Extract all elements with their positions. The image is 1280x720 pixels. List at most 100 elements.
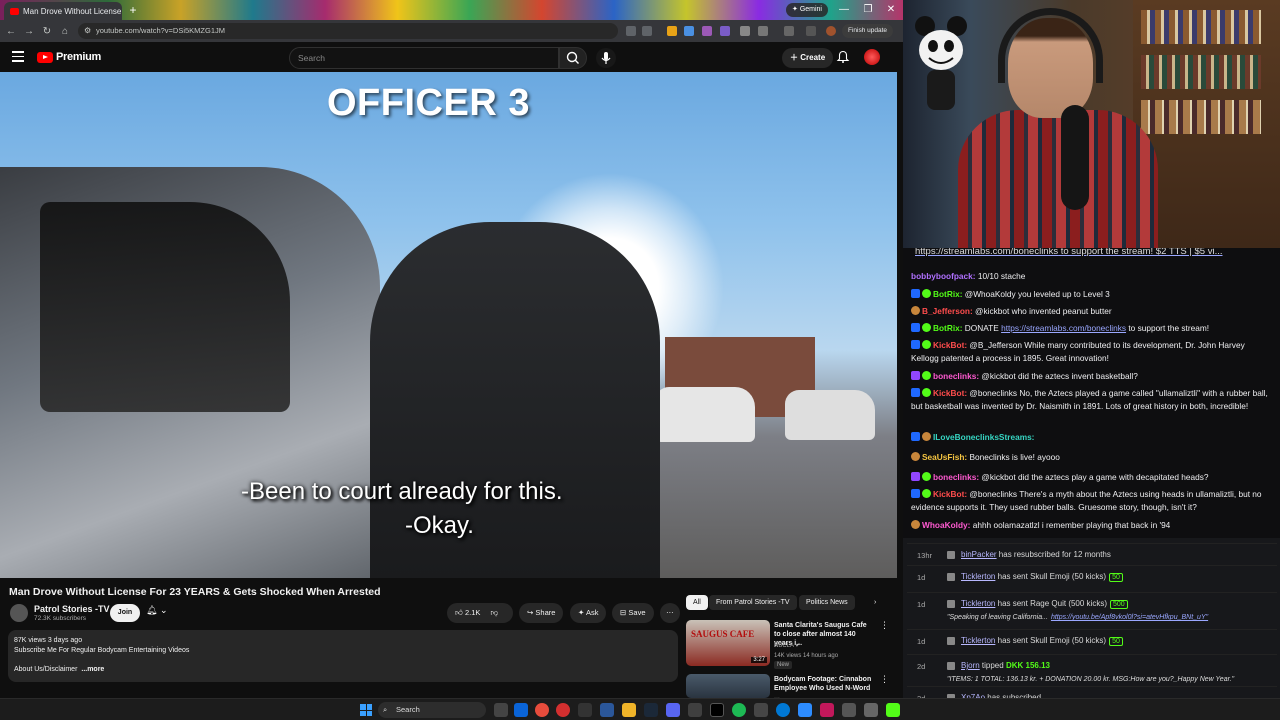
chrome-icon[interactable] [535, 703, 549, 717]
minimize-button[interactable]: — [836, 2, 852, 18]
alert-message-link[interactable]: https://youtu.be/Apf8vkol0l?si=atevHfkpu… [1051, 614, 1208, 621]
banner-link[interactable]: https://streamlabs.com/boneclinks [915, 248, 1058, 257]
bookmark-star-icon[interactable] [642, 26, 652, 36]
video-player[interactable]: OFFICER 3 -Been to court already for thi… [0, 72, 897, 578]
extensions-puzzle-icon[interactable] [758, 26, 768, 36]
windows-start-icon[interactable] [360, 704, 372, 716]
reload-icon[interactable]: ↻ [38, 26, 56, 37]
like-button[interactable]: 👍︎ 2.1K [455, 608, 480, 617]
purple-badge-icon [911, 472, 920, 481]
restore-button[interactable]: ❐ [860, 2, 876, 18]
save-button[interactable]: ⊟ Save [612, 603, 654, 623]
chat-pinned-banner[interactable]: https://streamlabs.com/boneclinks to sup… [915, 248, 1223, 257]
chip-politics-news[interactable]: Politics News [799, 595, 855, 610]
alert-username[interactable]: Bjorn [961, 661, 980, 670]
chat-username[interactable]: WhoaKoldy: [922, 520, 970, 530]
app-icon[interactable] [578, 703, 592, 717]
extension-icon[interactable] [720, 26, 730, 36]
tiktok-icon[interactable] [710, 703, 724, 717]
back-arrow-icon[interactable]: ← [2, 26, 20, 37]
youtube-logo[interactable]: Premium [37, 51, 101, 63]
recommendation-thumbnail[interactable]: SAUGUS CAFE 3:27 [686, 620, 770, 666]
notifications-bell-icon[interactable] [836, 50, 850, 64]
chat-username[interactable]: B_Jefferson: [922, 306, 973, 316]
close-window-button[interactable]: ✕ [883, 2, 899, 18]
chat-username[interactable]: KickBot: [933, 489, 967, 499]
alert-username[interactable]: Ticklerton [961, 599, 995, 608]
site-info-icon[interactable]: ⚙ [84, 23, 91, 39]
recommendation-thumbnail[interactable] [686, 674, 770, 698]
recommendation-channel[interactable]: NBCLA ✔ [774, 642, 800, 650]
tab-youtube[interactable]: Man Drove Without License Fo × [4, 2, 122, 20]
chat-username[interactable]: BotRix: [933, 289, 963, 299]
dislike-button[interactable]: 👎︎ [490, 608, 498, 617]
create-button[interactable]: ＋ Create [782, 48, 834, 68]
description-box[interactable]: 87K views 3 days ago Subscribe Me For Re… [8, 630, 678, 682]
recommendation-menu-icon[interactable]: ⋮ [880, 674, 889, 685]
task-view-icon[interactable] [494, 703, 508, 717]
alert-username[interactable]: Ticklerton [961, 572, 995, 581]
chat-username[interactable]: KickBot: [933, 388, 967, 398]
edge-icon[interactable] [514, 703, 528, 717]
share-button[interactable]: ↪ Share [519, 603, 564, 623]
app-icon[interactable] [776, 703, 790, 717]
join-button[interactable]: Join [110, 604, 140, 622]
more-actions-button[interactable]: ⋯ [660, 603, 680, 623]
ask-button[interactable]: ✦ Ask [570, 603, 607, 623]
show-more-link[interactable]: ...more [81, 666, 104, 673]
chat-username[interactable]: boneclinks: [933, 371, 979, 381]
extension-icon[interactable] [702, 26, 712, 36]
alert-username[interactable]: binPacker [961, 550, 997, 559]
chat-username[interactable]: BotRix: [933, 323, 963, 333]
app-icon[interactable] [842, 703, 856, 717]
new-tab-button[interactable]: + [126, 3, 140, 17]
chat-username[interactable]: bobbyboofpack: [911, 271, 976, 281]
recommendation-title[interactable]: Bodycam Footage: Cinnabon Employee Who U… [774, 675, 874, 698]
install-app-icon[interactable] [626, 26, 636, 36]
home-icon[interactable]: ⌂ [56, 26, 74, 37]
alert-row: 2dXp7Ao has subscribed [907, 686, 1277, 698]
chat-username[interactable]: SeaUsFish: [922, 452, 967, 462]
app-icon[interactable] [864, 703, 878, 717]
search-button[interactable] [559, 47, 587, 69]
kick-icon[interactable] [886, 703, 900, 717]
voice-search-button[interactable] [596, 48, 616, 68]
address-bar[interactable]: ⚙ youtube.com/watch?v=DSi5KMZG1JM [78, 23, 618, 39]
app-icon[interactable] [688, 703, 702, 717]
sidepanel-icon[interactable] [784, 26, 794, 36]
extension-icon[interactable] [667, 26, 677, 36]
channel-name[interactable]: Patrol Stories -TV [34, 604, 110, 614]
spotify-icon[interactable] [732, 703, 746, 717]
steam-icon[interactable] [644, 703, 658, 717]
chat-link[interactable]: https://streamlabs.com/boneclinks [1001, 323, 1126, 333]
discord-icon[interactable] [666, 703, 680, 717]
account-avatar[interactable] [864, 49, 880, 65]
obs-icon[interactable] [754, 703, 768, 717]
kick-alert-icon [947, 551, 955, 559]
chips-next-chevron-icon[interactable]: › [867, 595, 883, 610]
app-icon[interactable] [556, 703, 570, 717]
alert-username[interactable]: Ticklerton [961, 636, 995, 645]
recommendation-menu-icon[interactable]: ⋮ [880, 620, 889, 631]
hamburger-menu-icon[interactable] [12, 51, 24, 63]
chat-username[interactable]: ILoveBoneclinksStreams: [933, 432, 1034, 442]
chip-from-channel[interactable]: From Patrol Stories -TV [709, 595, 797, 610]
chip-all[interactable]: All [686, 595, 708, 610]
app-icon[interactable] [798, 703, 812, 717]
extension-icon[interactable] [740, 26, 750, 36]
search-input[interactable]: Search [289, 47, 559, 69]
chat-username[interactable]: KickBot: [933, 340, 967, 350]
app-icon[interactable] [820, 703, 834, 717]
chat-username[interactable]: boneclinks: [933, 472, 979, 482]
channel-avatar[interactable] [10, 604, 28, 622]
taskbar-search[interactable]: ⌕ Search [378, 702, 486, 718]
file-explorer-icon[interactable] [622, 703, 636, 717]
profile-avatar-icon[interactable] [826, 26, 836, 36]
download-icon[interactable] [806, 26, 816, 36]
forward-arrow-icon[interactable]: → [20, 26, 38, 37]
extension-icon[interactable] [684, 26, 694, 36]
subscribed-bell-button[interactable]: 🔔︎ ⌄ [146, 605, 176, 621]
gemini-button[interactable]: ✦ Gemini [786, 3, 828, 17]
finish-update-button[interactable]: Finish update [842, 24, 894, 38]
app-icon[interactable] [600, 703, 614, 717]
